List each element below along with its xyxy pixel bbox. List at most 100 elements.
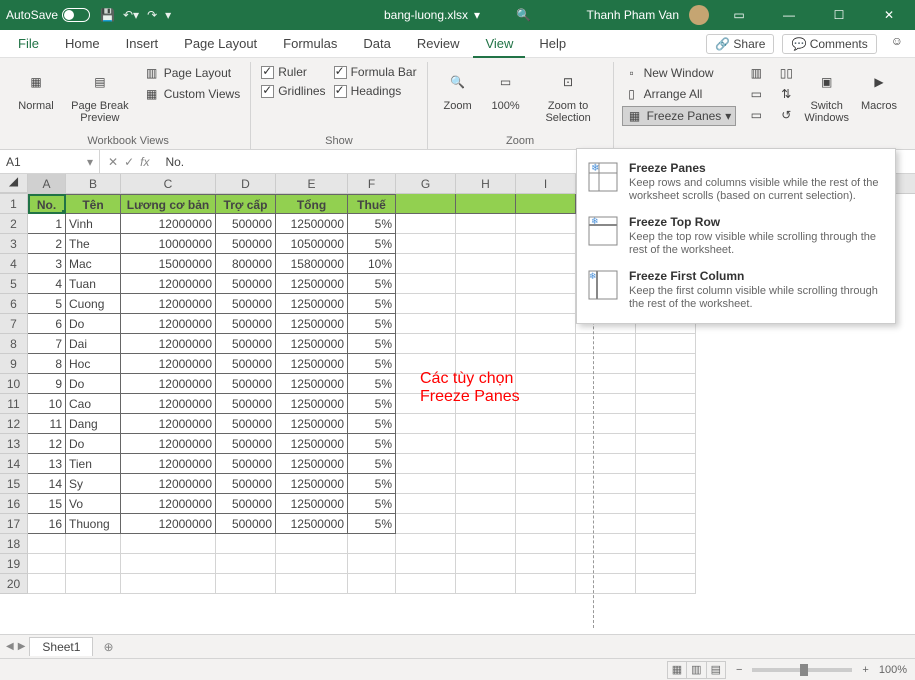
sheet-nav-prev[interactable]: ◀ [6, 641, 14, 652]
cell[interactable] [28, 554, 66, 574]
col-header-I[interactable]: I [516, 174, 576, 193]
cell[interactable] [456, 334, 516, 354]
switch-windows-button[interactable]: ▣Switch Windows [800, 64, 853, 126]
cell[interactable] [636, 414, 696, 434]
cell[interactable]: 12000000 [121, 334, 216, 354]
cell[interactable]: 500000 [216, 434, 276, 454]
cell[interactable]: 5% [348, 514, 396, 534]
row-header[interactable]: 3 [0, 234, 28, 254]
tab-view[interactable]: View [473, 30, 525, 58]
cell[interactable] [66, 534, 121, 554]
row-header[interactable]: 5 [0, 274, 28, 294]
cell[interactable] [516, 474, 576, 494]
cell[interactable]: 12000000 [121, 514, 216, 534]
cell[interactable]: 5% [348, 494, 396, 514]
cell[interactable]: 12500000 [276, 294, 348, 314]
cell[interactable] [516, 414, 576, 434]
cell[interactable]: 12500000 [276, 394, 348, 414]
row-header[interactable]: 13 [0, 434, 28, 454]
cell[interactable] [348, 534, 396, 554]
zoom-in-button[interactable]: + [862, 664, 868, 676]
cell[interactable]: Tuan [66, 274, 121, 294]
zoom-level[interactable]: 100% [879, 664, 907, 676]
cell[interactable] [396, 574, 456, 594]
cell[interactable]: 500000 [216, 234, 276, 254]
col-header-F[interactable]: F [348, 174, 396, 193]
add-sheet-button[interactable]: ⊕ [97, 640, 119, 654]
cell[interactable] [636, 574, 696, 594]
cell[interactable]: 12000000 [121, 214, 216, 234]
row-header[interactable]: 17 [0, 514, 28, 534]
cell[interactable]: 12000000 [121, 394, 216, 414]
cell[interactable]: 12500000 [276, 474, 348, 494]
cell[interactable]: 5% [348, 294, 396, 314]
cell[interactable] [576, 374, 636, 394]
cell[interactable] [516, 514, 576, 534]
cell[interactable]: 12500000 [276, 354, 348, 374]
row-header[interactable]: 14 [0, 454, 28, 474]
cell[interactable]: 12500000 [276, 494, 348, 514]
qat-dropdown-icon[interactable]: ▾ [165, 8, 171, 22]
cell[interactable] [636, 534, 696, 554]
cell[interactable]: 500000 [216, 274, 276, 294]
autosave-toggle[interactable]: AutoSave [6, 8, 90, 22]
cell[interactable]: 8 [28, 354, 66, 374]
cell[interactable] [456, 274, 516, 294]
formula-bar-checkbox[interactable]: Formula Bar [332, 64, 419, 80]
cell[interactable]: 12500000 [276, 434, 348, 454]
cell[interactable] [516, 374, 576, 394]
cell[interactable]: The [66, 234, 121, 254]
cell[interactable] [456, 314, 516, 334]
cell[interactable] [636, 334, 696, 354]
cell[interactable] [576, 494, 636, 514]
cell[interactable] [216, 574, 276, 594]
cell[interactable] [456, 534, 516, 554]
cell[interactable]: 12000000 [121, 414, 216, 434]
cell[interactable]: 500000 [216, 394, 276, 414]
cell[interactable] [396, 274, 456, 294]
cell[interactable] [396, 294, 456, 314]
reset-pos-button[interactable]: ↺ [776, 106, 796, 124]
cell[interactable]: Hoc [66, 354, 121, 374]
cell[interactable]: Do [66, 374, 121, 394]
cell[interactable]: 12000000 [121, 474, 216, 494]
cell[interactable]: 3 [28, 254, 66, 274]
cell[interactable] [216, 554, 276, 574]
cell[interactable]: 16 [28, 514, 66, 534]
hide-button[interactable]: ▭ [746, 85, 766, 103]
cell[interactable]: Trợ cấp [216, 194, 276, 214]
cell[interactable] [516, 574, 576, 594]
sheet-tab-sheet1[interactable]: Sheet1 [29, 637, 93, 656]
cell[interactable]: 12000000 [121, 494, 216, 514]
cell[interactable]: 10000000 [121, 234, 216, 254]
tab-help[interactable]: Help [527, 30, 578, 58]
cell[interactable]: 10500000 [276, 234, 348, 254]
cell[interactable] [576, 354, 636, 374]
cell[interactable] [636, 434, 696, 454]
cell[interactable]: No. [28, 194, 66, 214]
cell[interactable] [348, 574, 396, 594]
cell[interactable]: 12000000 [121, 354, 216, 374]
freeze-first-column-option[interactable]: ❄ Freeze First ColumnKeep the first colu… [577, 263, 895, 317]
tab-home[interactable]: Home [53, 30, 112, 58]
cell[interactable] [28, 574, 66, 594]
cell[interactable]: Vo [66, 494, 121, 514]
cell[interactable]: 1 [28, 214, 66, 234]
cell[interactable] [396, 534, 456, 554]
cell[interactable] [576, 434, 636, 454]
row-header[interactable]: 8 [0, 334, 28, 354]
search-icon[interactable]: 🔍 [516, 8, 531, 22]
cell[interactable] [456, 494, 516, 514]
cell[interactable]: 2 [28, 234, 66, 254]
cell[interactable]: 12500000 [276, 414, 348, 434]
cell[interactable]: Thuong [66, 514, 121, 534]
zoom-100-button[interactable]: ▭100% [484, 64, 528, 114]
cell[interactable]: 11 [28, 414, 66, 434]
cell[interactable]: 5% [348, 374, 396, 394]
freeze-panes-button[interactable]: ▦Freeze Panes ▾ [622, 106, 737, 126]
cell[interactable] [456, 194, 516, 214]
cell[interactable] [456, 414, 516, 434]
cell[interactable] [396, 194, 456, 214]
cell[interactable]: 12000000 [121, 374, 216, 394]
cell[interactable] [396, 474, 456, 494]
